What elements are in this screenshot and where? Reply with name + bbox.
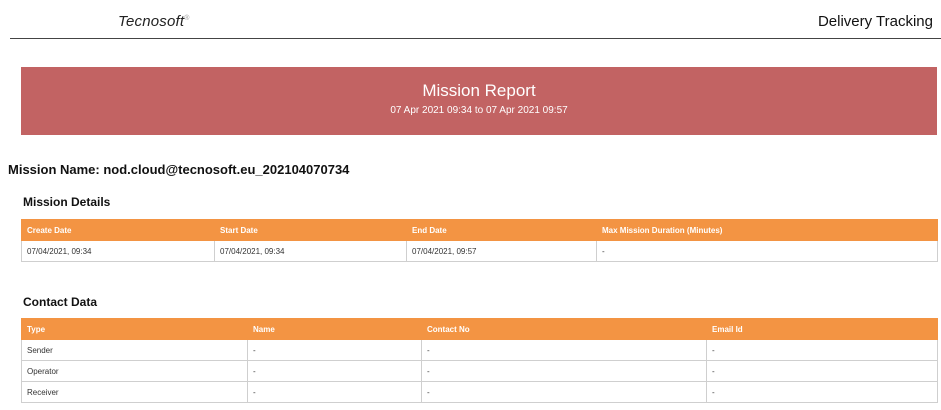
table-row: Sender - - -	[21, 339, 938, 361]
cell-name: -	[247, 360, 422, 382]
cell-name: -	[247, 381, 422, 403]
cell-email-id: -	[706, 360, 938, 382]
cell-type: Receiver	[21, 381, 248, 403]
table-row: Receiver - - -	[21, 381, 938, 403]
app-title: Delivery Tracking	[817, 13, 933, 30]
cell-email-id: -	[706, 381, 938, 403]
cell-contact-no: -	[421, 381, 707, 403]
cell-type: Operator	[21, 360, 248, 382]
cell-type: Sender	[21, 339, 248, 361]
cell-email-id: -	[706, 339, 938, 361]
report-title: Mission Report	[422, 81, 536, 100]
column-header: Create Date	[21, 219, 215, 241]
brand-logo: Tecnosoft®	[118, 13, 190, 30]
mission-name: Mission Name: nod.cloud@tecnosoft.eu_202…	[8, 162, 350, 177]
top-bar: Tecnosoft® Delivery Tracking	[0, 0, 941, 40]
header-divider	[10, 38, 941, 39]
report-banner: Mission Report 07 Apr 2021 09:34 to 07 A…	[21, 67, 937, 135]
mission-details-table: Create Date Start Date End Date Max Miss…	[21, 219, 938, 262]
cell-contact-no: -	[421, 360, 707, 382]
column-header: Email Id	[706, 318, 938, 340]
column-header: Contact No	[421, 318, 707, 340]
cell-create-date: 07/04/2021, 09:34	[21, 240, 215, 262]
column-header: Start Date	[214, 219, 407, 241]
cell-name: -	[247, 339, 422, 361]
contact-data-table: Type Name Contact No Email Id Sender - -…	[21, 318, 938, 403]
cell-end-date: 07/04/2021, 09:57	[406, 240, 597, 262]
cell-start-date: 07/04/2021, 09:34	[214, 240, 407, 262]
table-header-row: Type Name Contact No Email Id	[21, 318, 938, 340]
table-row: Operator - - -	[21, 360, 938, 382]
contact-data-title: Contact Data	[23, 295, 98, 309]
mission-details-title: Mission Details	[23, 195, 111, 209]
column-header: Max Mission Duration (Minutes)	[596, 219, 938, 241]
cell-contact-no: -	[421, 339, 707, 361]
report-date-range: 07 Apr 2021 09:34 to 07 Apr 2021 09:57	[390, 105, 568, 116]
table-row: 07/04/2021, 09:34 07/04/2021, 09:34 07/0…	[21, 240, 938, 262]
table-header-row: Create Date Start Date End Date Max Miss…	[21, 219, 938, 241]
cell-max-duration: -	[596, 240, 938, 262]
column-header: Name	[247, 318, 422, 340]
column-header: Type	[21, 318, 248, 340]
column-header: End Date	[406, 219, 597, 241]
